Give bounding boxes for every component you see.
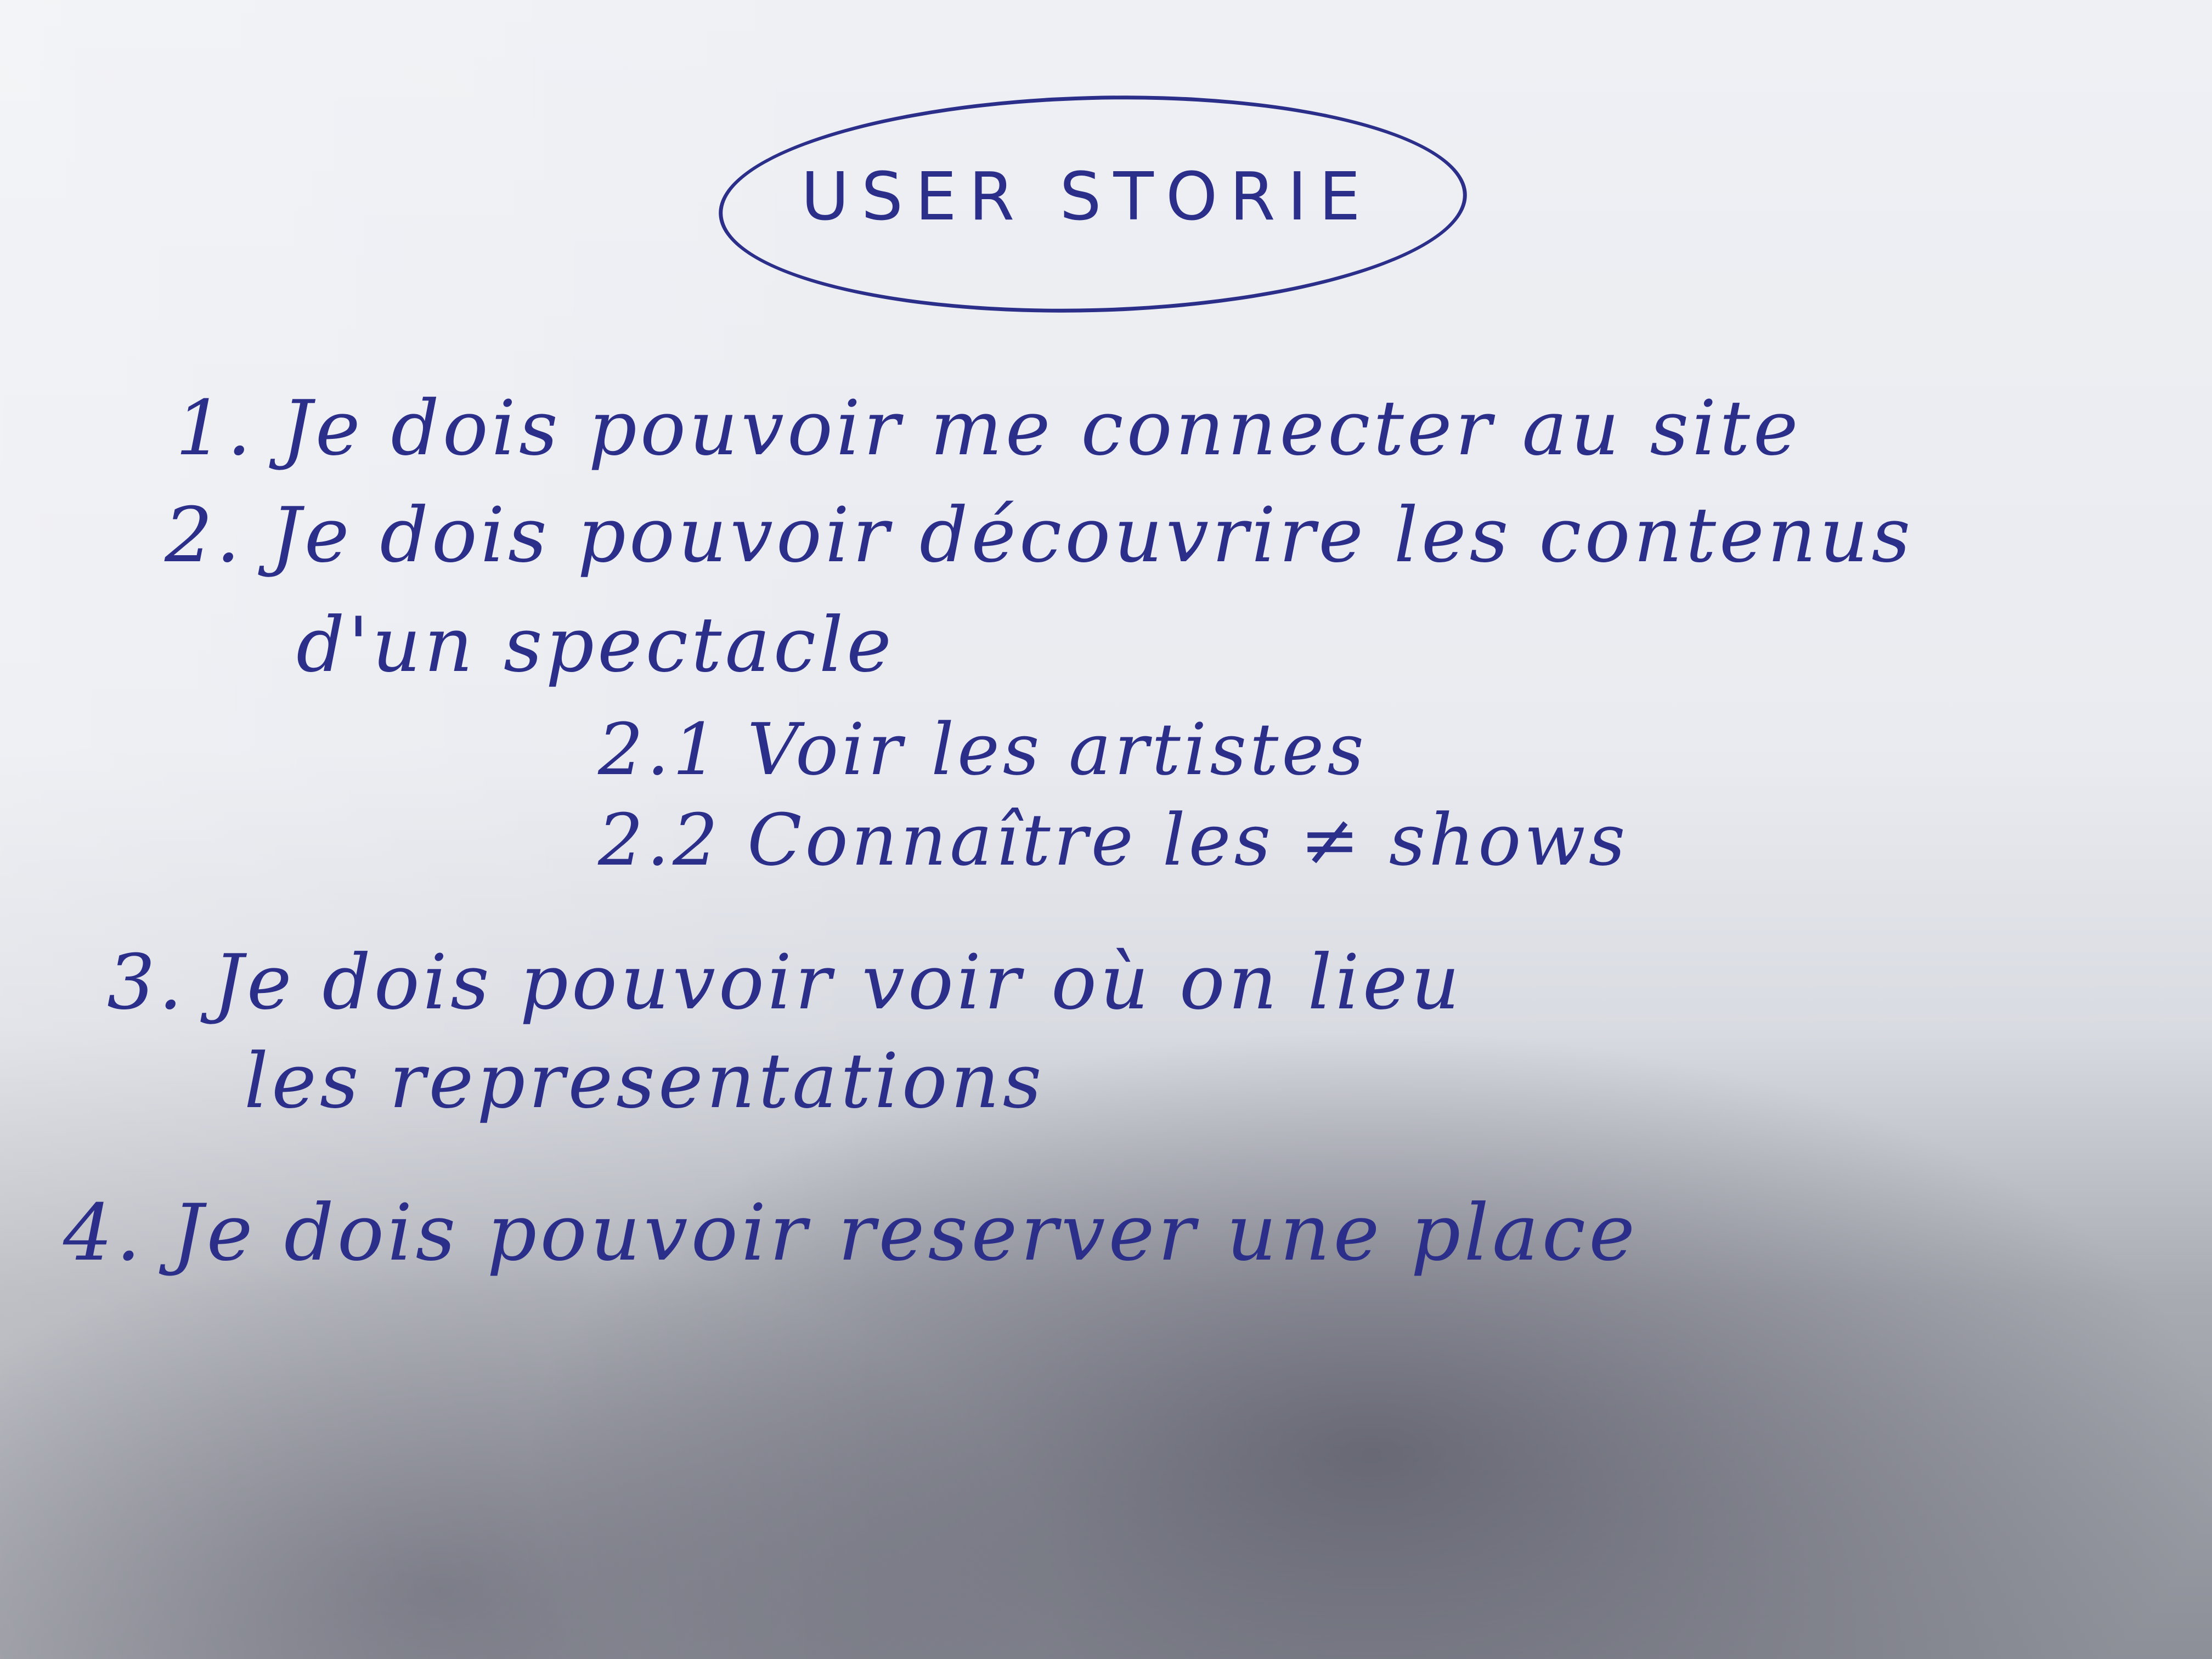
paper-sheet: USER STORIE 1. Je dois pouvoir me connec… xyxy=(0,0,2212,1659)
list-item: 4. Je dois pouvoir reserver une place xyxy=(63,1188,1639,1278)
list-item-continuation: les representations xyxy=(244,1037,1045,1125)
sub-list-item: 2.1 Voir les artistes xyxy=(598,708,1367,791)
list-item: 2. Je dois pouvoir découvrire les conten… xyxy=(165,491,1914,579)
sub-list-item: 2.2 Connaître les ≠ shows xyxy=(598,798,1629,882)
list-item: 3. Je dois pouvoir voir où on lieu xyxy=(107,938,1463,1026)
list-item-continuation: d'un spectacle xyxy=(296,601,895,689)
page-title: USER STORIE xyxy=(801,159,1373,235)
list-item: 1. Je dois pouvoir me connecter au site xyxy=(176,384,1802,472)
